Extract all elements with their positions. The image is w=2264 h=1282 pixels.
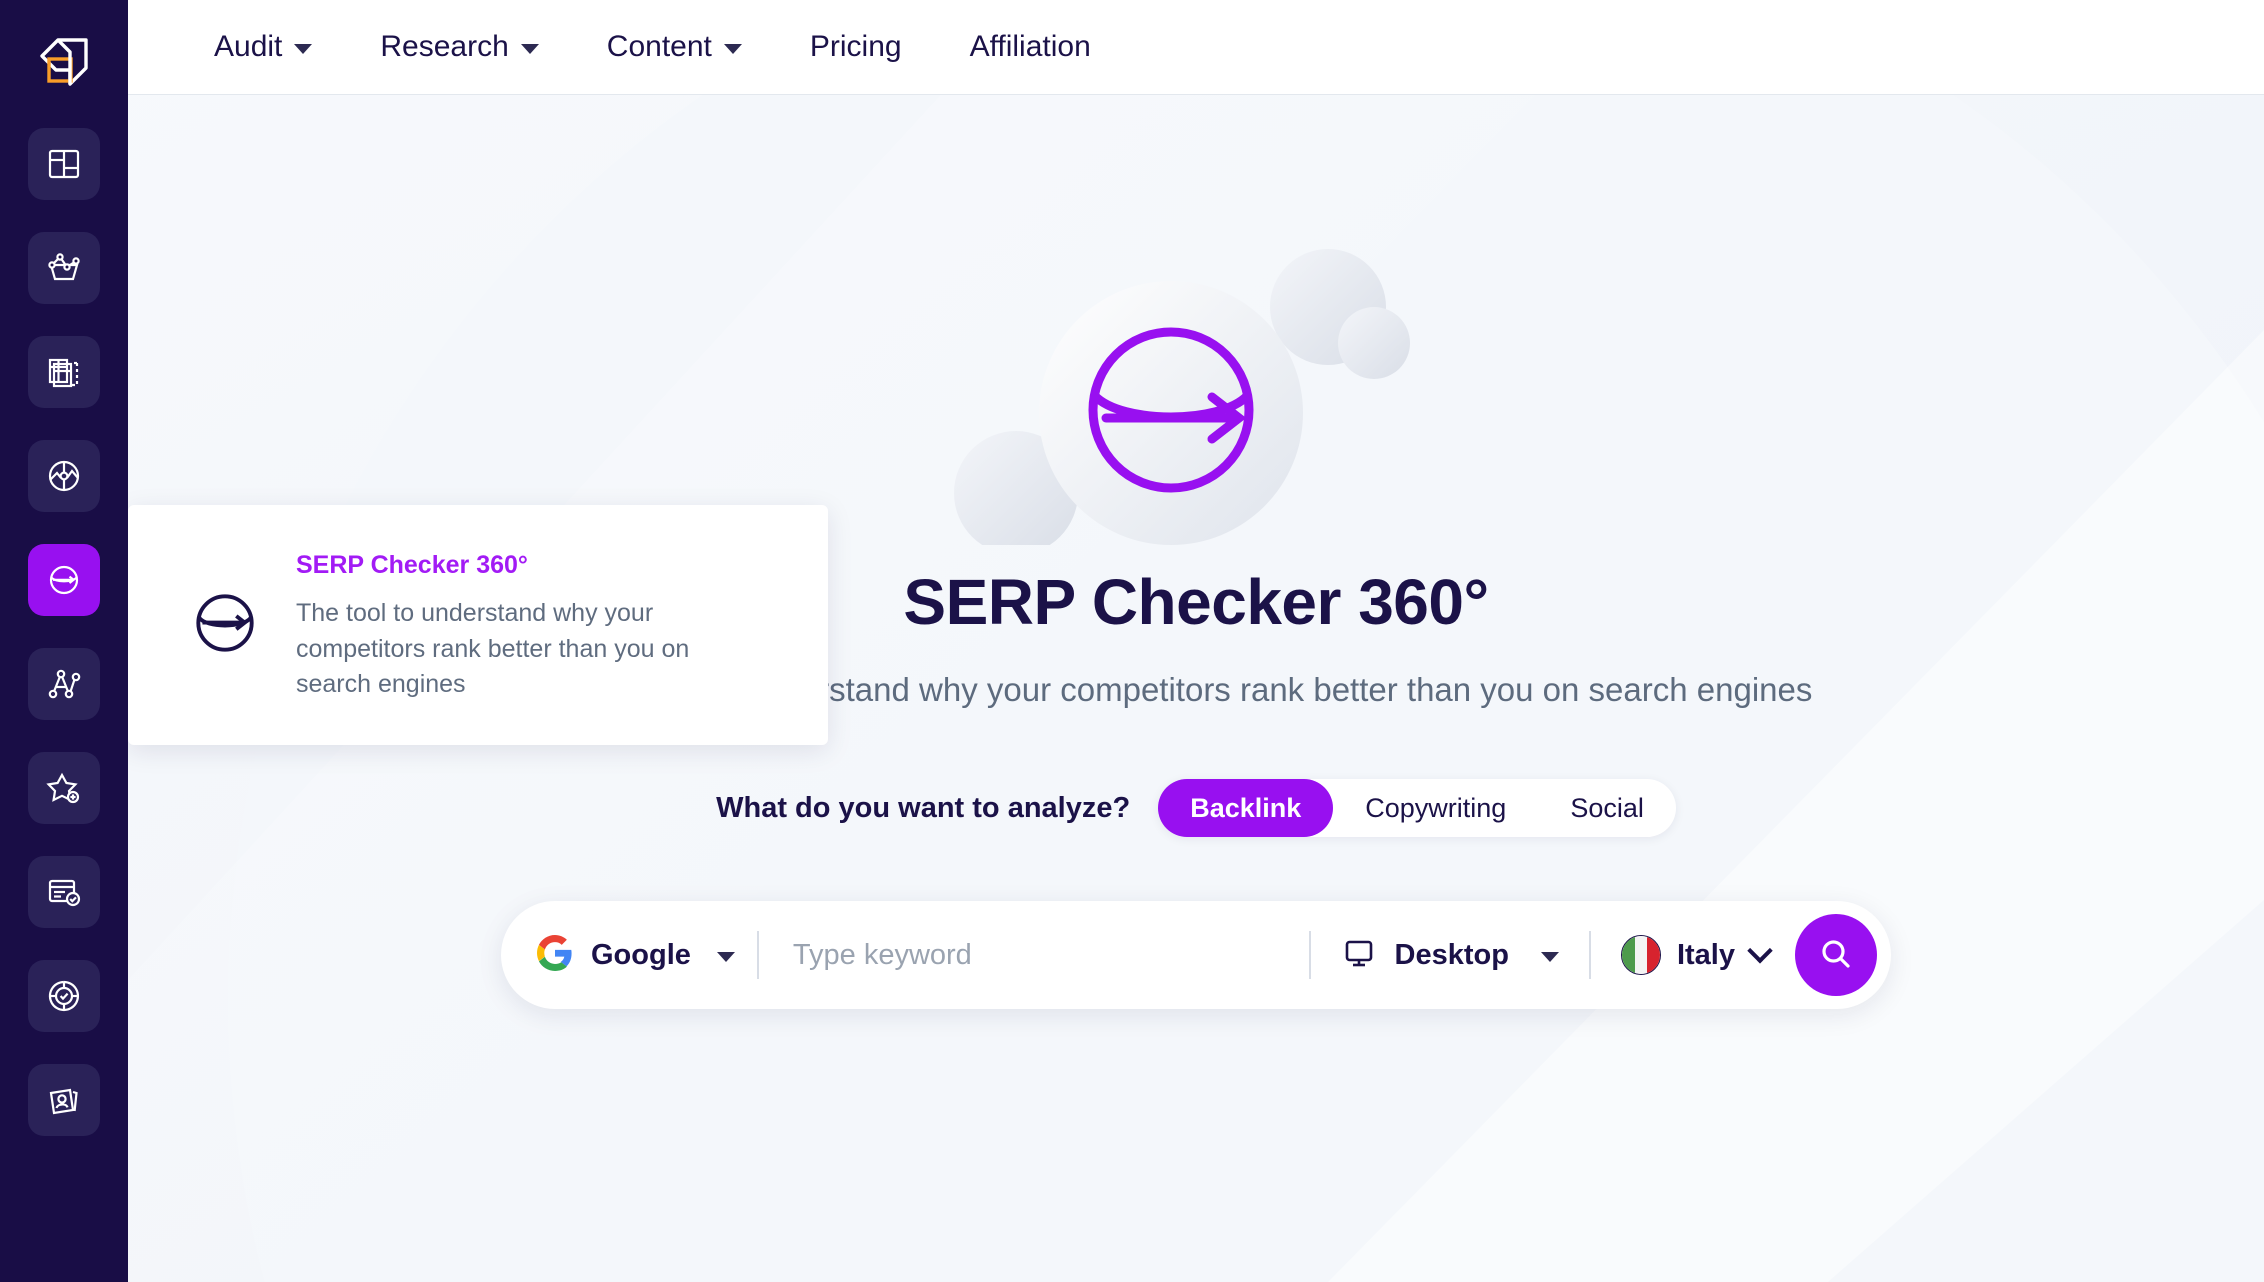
analyze-option-backlink[interactable]: Backlink <box>1158 779 1334 837</box>
tooltip-title: SERP Checker 360° <box>296 551 528 580</box>
sidebar-item-favorites[interactable] <box>28 752 100 824</box>
topnav-label: Content <box>606 30 712 63</box>
desktop-monitor-icon <box>1341 935 1377 976</box>
caret-down-icon <box>716 952 735 962</box>
chevron-down-icon <box>294 44 313 54</box>
contacts-card-icon <box>46 1082 82 1118</box>
serp-globe-icon <box>186 584 264 667</box>
topnav-label: Audit <box>214 30 283 63</box>
serp-globe-illustration <box>936 245 1456 555</box>
top-navigation-bar: Audit Research Content Pricing Affiliati… <box>128 0 2264 95</box>
search-engine-label: Google <box>591 938 691 971</box>
search-bar: Google Desktop <box>501 901 1891 1009</box>
serp-globe-icon <box>45 561 83 599</box>
chevron-down-icon <box>723 44 742 54</box>
country-label: Italy <box>1676 938 1735 971</box>
tooltip-body: SERP Checker 360° The tool to understand… <box>296 547 774 703</box>
topnav-label: Pricing <box>809 30 902 63</box>
target-check-icon <box>46 978 82 1014</box>
device-selector[interactable]: Desktop <box>1311 935 1589 976</box>
device-label: Desktop <box>1394 938 1509 971</box>
project-chart-basket-icon <box>45 249 83 287</box>
report-check-icon <box>46 874 82 910</box>
sidebar-item-reports[interactable] <box>28 856 100 928</box>
database-table-icon <box>46 354 82 390</box>
sidebar-item-dashboard[interactable] <box>28 128 100 200</box>
chevron-down-icon <box>520 44 539 54</box>
sidebar-item-goals[interactable] <box>28 960 100 1032</box>
tooltip-description: The tool to understand why your competit… <box>296 599 690 699</box>
topnav-item-content[interactable]: Content <box>573 30 776 64</box>
app-logo[interactable] <box>24 24 104 104</box>
google-g-icon <box>537 934 573 976</box>
network-nodes-icon <box>46 666 82 702</box>
tooltip-card: SERP Checker 360° The tool to understand… <box>128 505 828 745</box>
search-engine-selector[interactable]: Google <box>537 934 757 976</box>
analyze-option-copywriting[interactable]: Copywriting <box>1333 779 1538 837</box>
topnav-item-affiliation[interactable]: Affiliation <box>936 30 1125 64</box>
caret-down-icon <box>1540 952 1559 962</box>
sidebar-item-network[interactable] <box>28 648 100 720</box>
search-input[interactable] <box>758 938 1309 972</box>
sidebar-item-contacts[interactable] <box>28 1064 100 1136</box>
topnav-label: Research <box>380 30 509 63</box>
analyze-options: Backlink Copywriting Social <box>1158 779 1676 837</box>
top-nav-list: Audit Research Content Pricing Affiliati… <box>180 30 1125 64</box>
analyze-question: What do you want to analyze? <box>716 791 1131 824</box>
search-magnifier-icon <box>1817 935 1855 976</box>
analyze-toggle-row: What do you want to analyze? Backlink Co… <box>716 779 1676 837</box>
tooltip-icon-wrap <box>182 584 268 667</box>
search-submit-button[interactable] <box>1795 914 1877 996</box>
main-content: Audit Research Content Pricing Affiliati… <box>128 0 2264 1282</box>
sidebar-item-analytics[interactable] <box>28 440 100 512</box>
sidebar-item-serp-checker[interactable] <box>28 544 100 616</box>
italy-flag-icon <box>1620 935 1661 975</box>
star-plus-icon <box>46 770 82 806</box>
analytics-pie-icon <box>46 458 82 494</box>
topnav-label: Affiliation <box>969 30 1091 63</box>
sidebar-item-database[interactable] <box>28 336 100 408</box>
dashboard-grid-icon <box>46 146 82 182</box>
chevron-down-icon <box>1747 938 1773 964</box>
topnav-item-pricing[interactable]: Pricing <box>776 30 936 64</box>
topnav-item-research[interactable]: Research <box>346 30 572 64</box>
analyze-option-social[interactable]: Social <box>1538 779 1676 837</box>
page-title: SERP Checker 360° <box>903 566 1489 638</box>
sidebar-item-projects[interactable] <box>28 232 100 304</box>
seozoom-cube-logo-icon <box>32 30 96 99</box>
topnav-item-audit[interactable]: Audit <box>180 30 346 64</box>
app-root: Audit Research Content Pricing Affiliati… <box>0 0 2264 1282</box>
country-selector[interactable]: Italy <box>1591 935 1795 975</box>
sidebar <box>0 0 128 1282</box>
